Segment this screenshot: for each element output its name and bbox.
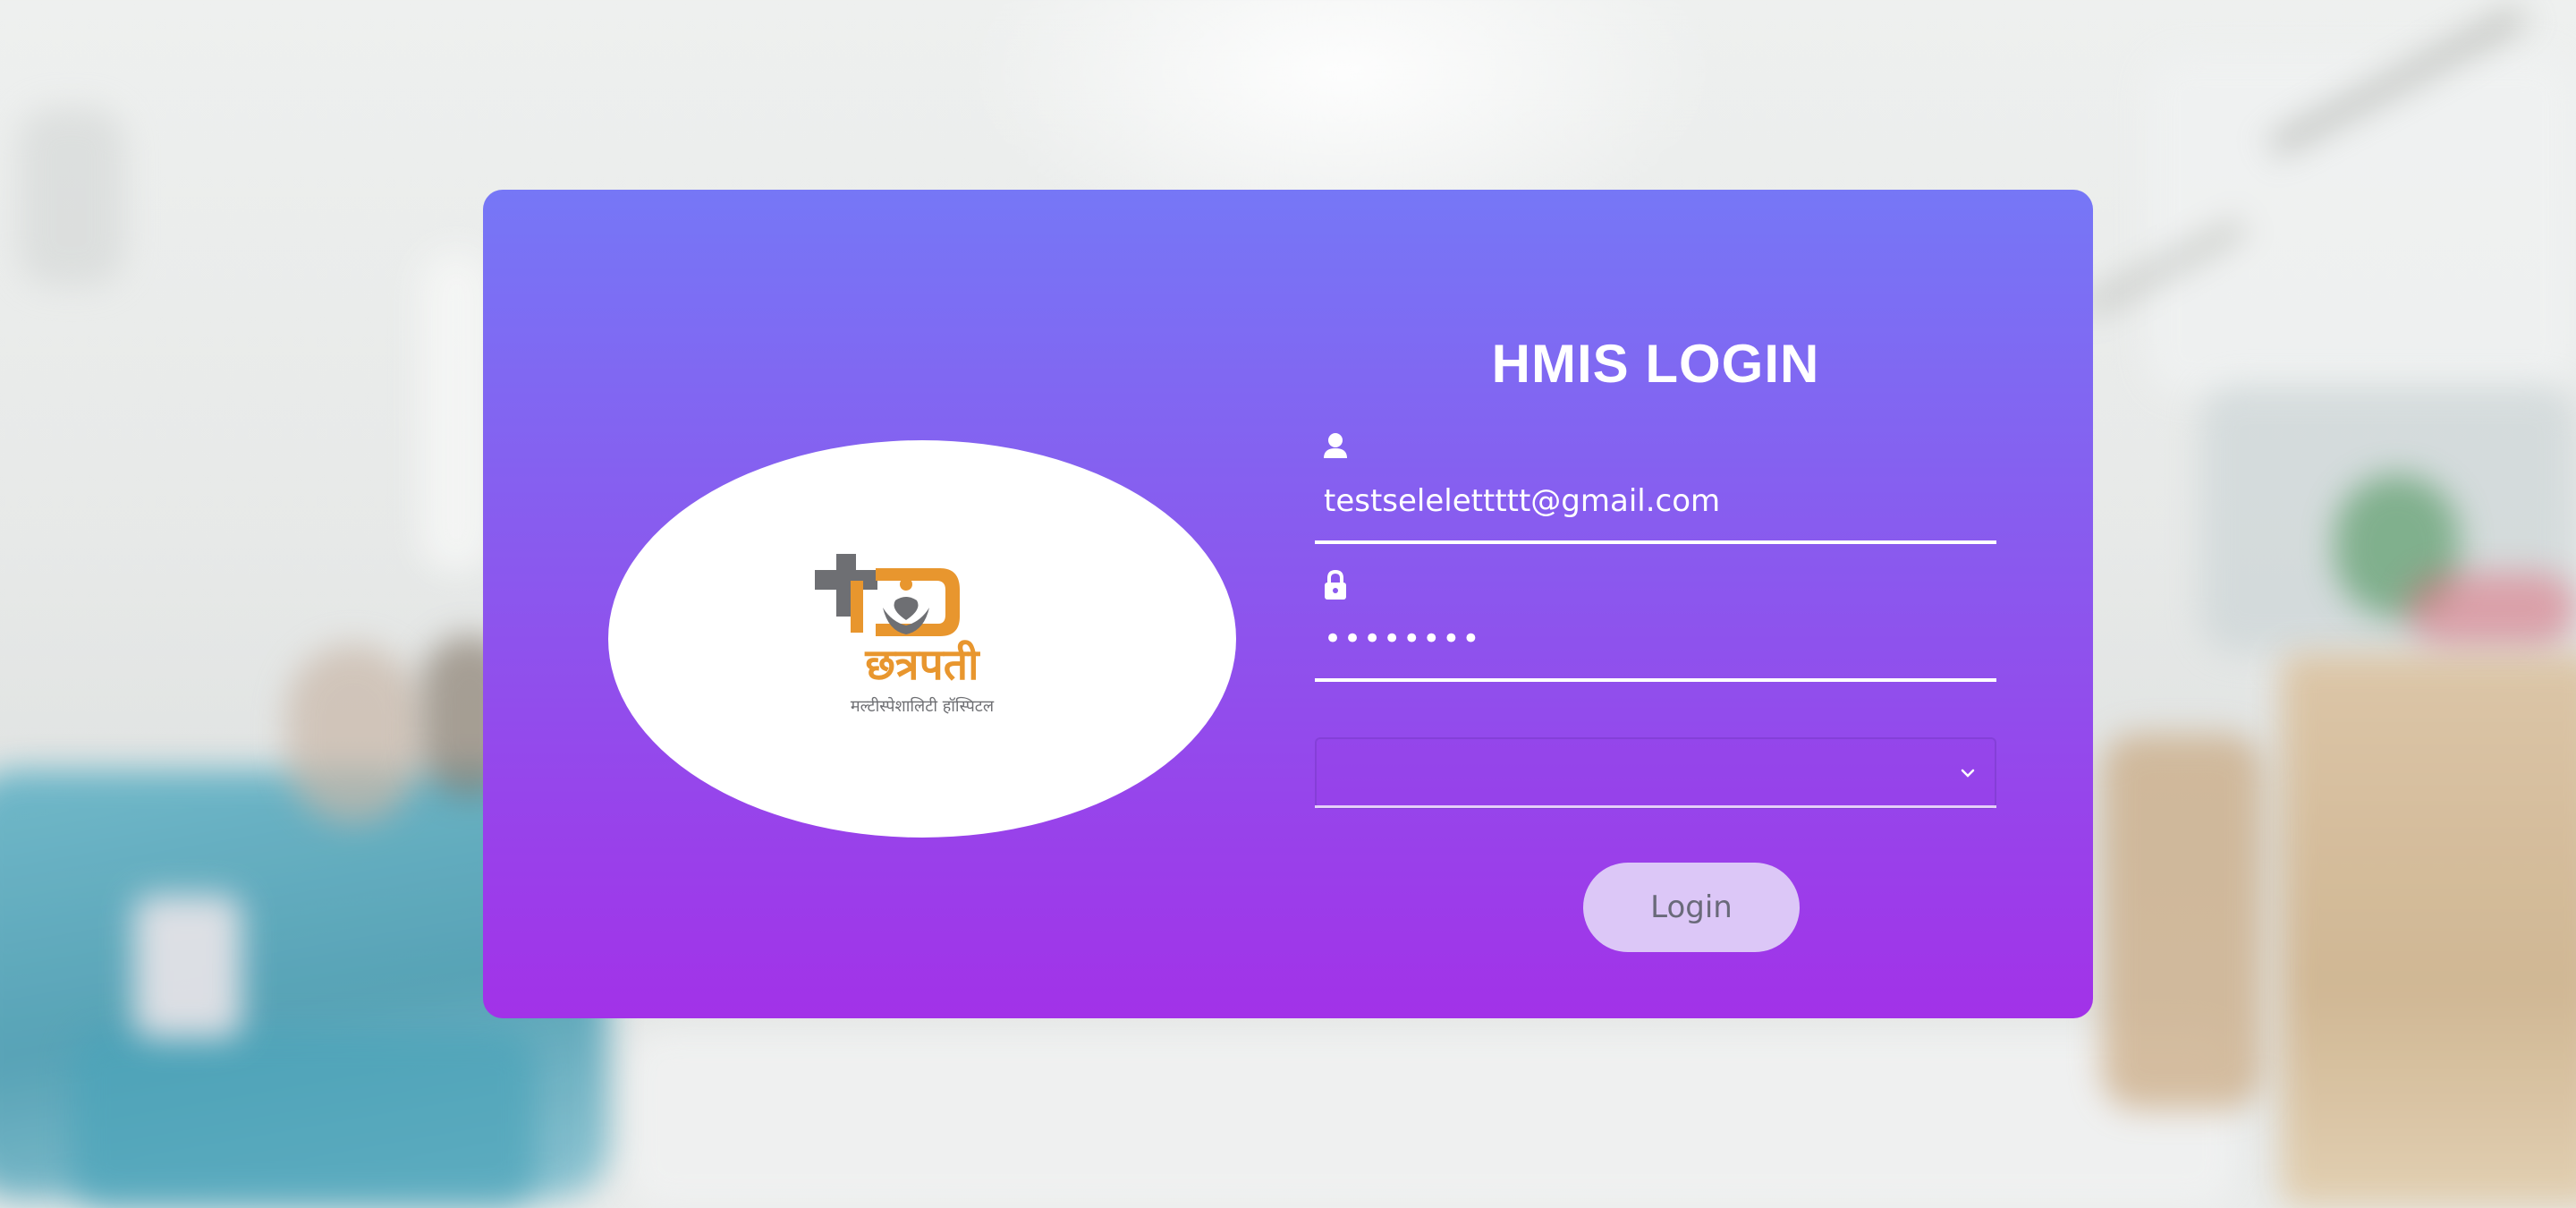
logo-brand-name: छत्रपती bbox=[865, 640, 979, 690]
background-table bbox=[2102, 734, 2263, 1110]
background-floor bbox=[626, 1029, 2236, 1208]
password-field-underline bbox=[1315, 678, 1996, 682]
logo-tagline: मल्टीस्पेशालिटी हॉस्पिटल bbox=[850, 697, 995, 716]
logo-container: छत्रपती मल्टीस्पेशालिटी हॉस्पिटल bbox=[608, 440, 1236, 838]
lock-icon bbox=[1325, 569, 1346, 600]
location-select-underline bbox=[1315, 805, 1996, 808]
background-reception-desk bbox=[2281, 653, 2576, 1208]
background-flowers bbox=[2406, 573, 2576, 644]
hospital-logo: छत्रपती मल्टीस्पेशालिटी हॉस्पिटल bbox=[806, 554, 1038, 724]
password-field[interactable]: •••••••• bbox=[1324, 621, 1986, 660]
background-person bbox=[286, 644, 420, 823]
user-icon bbox=[1324, 433, 1347, 458]
login-card: छत्रपती मल्टीस्पेशालिटी हॉस्पिटल HMIS LO… bbox=[483, 190, 2093, 1018]
background-window bbox=[420, 251, 492, 573]
email-field[interactable]: testselelettttt@gmail.com bbox=[1324, 483, 1986, 523]
login-form: HMIS LOGIN testselelettttt@gmail.com •••… bbox=[1315, 190, 1996, 1018]
login-button[interactable]: Login bbox=[1583, 863, 1800, 952]
location-select[interactable] bbox=[1315, 737, 1996, 809]
login-title: HMIS LOGIN bbox=[1491, 334, 1820, 394]
email-field-underline bbox=[1315, 540, 1996, 544]
chevron-down-icon bbox=[1961, 769, 1975, 778]
background-pillar bbox=[18, 107, 125, 286]
background-chairs-row bbox=[72, 1029, 537, 1208]
background-pillow bbox=[134, 895, 242, 1038]
